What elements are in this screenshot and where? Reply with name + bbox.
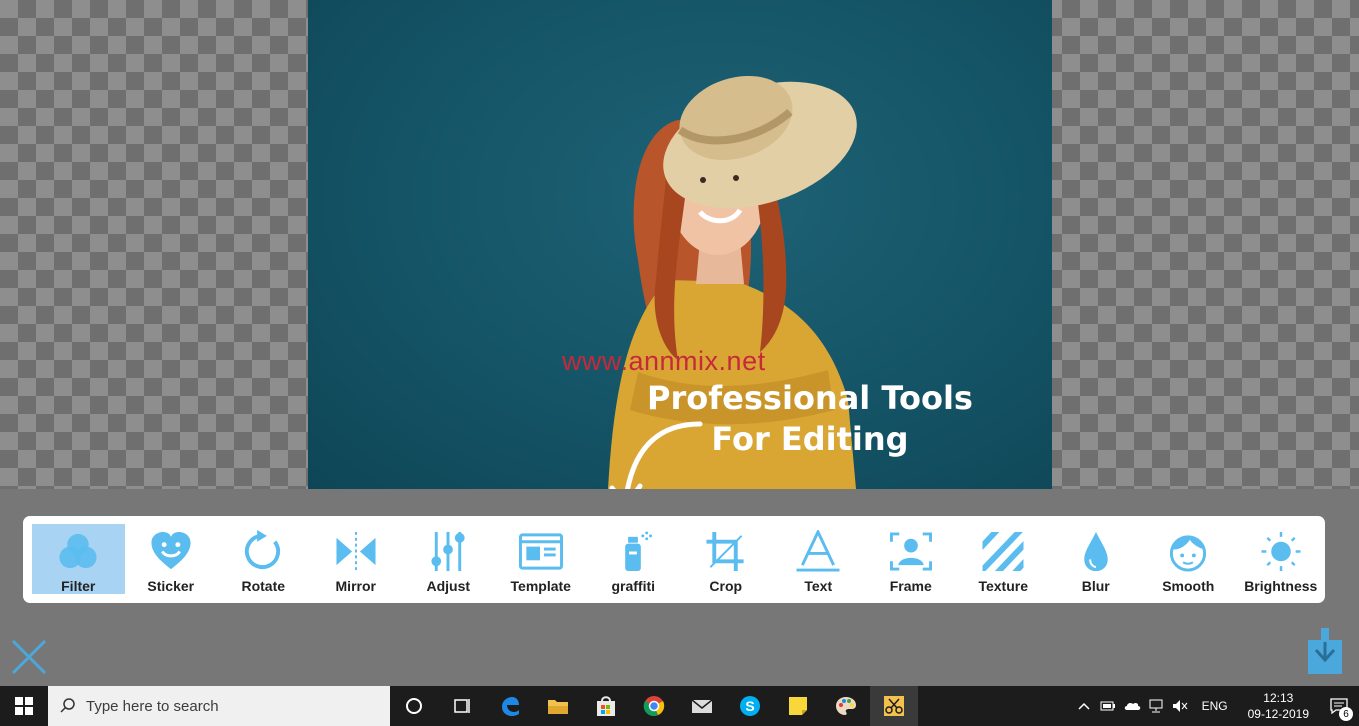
tool-text[interactable]: Text <box>772 524 865 594</box>
action-center-button[interactable]: 6 <box>1319 686 1359 726</box>
blur-drop-icon <box>1084 531 1108 572</box>
frame-icon <box>889 532 932 571</box>
windows-taskbar: Type here to search S ENG 12:13 09-12-20… <box>0 686 1359 726</box>
paint-palette-icon <box>836 697 856 715</box>
save-download-icon[interactable] <box>1308 628 1342 674</box>
tray-volume[interactable] <box>1168 686 1192 726</box>
mirror-icon <box>336 531 376 572</box>
taskbar-photo-editor-app[interactable] <box>870 686 918 726</box>
task-view-icon <box>454 699 470 713</box>
tray-network[interactable] <box>1144 686 1168 726</box>
texture-icon <box>982 531 1024 572</box>
cortana-circle-icon <box>406 698 422 714</box>
tray-overflow-button[interactable] <box>1072 686 1096 726</box>
input-language[interactable]: ENG <box>1192 699 1238 713</box>
task-view-button[interactable] <box>438 686 486 726</box>
network-icon <box>1149 699 1163 713</box>
taskbar-sticky-notes[interactable] <box>774 686 822 726</box>
tool-texture[interactable]: Texture <box>957 524 1050 594</box>
tool-smooth[interactable]: Smooth <box>1142 524 1235 594</box>
tool-sticker[interactable]: Sticker <box>125 524 218 594</box>
folder-icon <box>548 700 568 714</box>
close-icon[interactable] <box>10 638 48 676</box>
tool-label: Crop <box>709 578 743 594</box>
spray-can-icon <box>625 531 653 572</box>
system-tray: ENG 12:13 09-12-2019 6 <box>1072 686 1359 726</box>
tool-label: Blur <box>1081 578 1110 594</box>
smooth-face-icon <box>1170 535 1207 572</box>
sticker-icon <box>151 531 191 570</box>
adjust-icon <box>431 531 465 572</box>
edge-browser-icon <box>502 697 519 716</box>
tool-filter[interactable]: Filter <box>32 524 125 594</box>
sticky-notes-icon <box>789 697 807 715</box>
taskbar-mail[interactable] <box>678 686 726 726</box>
tray-onedrive[interactable] <box>1120 686 1144 726</box>
tool-label: Smooth <box>1162 578 1215 594</box>
chevron-up-icon <box>1078 702 1090 710</box>
tool-rotate[interactable]: Rotate <box>217 524 310 594</box>
notification-count-badge: 6 <box>1339 707 1353 721</box>
taskbar-edge[interactable] <box>486 686 534 726</box>
crop-icon <box>706 531 744 572</box>
tool-label: graffiti <box>611 578 656 594</box>
brightness-icon <box>1261 531 1301 572</box>
skype-icon: S <box>740 696 760 716</box>
store-bag-icon <box>597 696 615 716</box>
volume-muted-icon <box>1172 700 1187 712</box>
filter-icon <box>59 533 97 569</box>
clock-date: 09-12-2019 <box>1247 707 1309 721</box>
tool-brightness[interactable]: Brightness <box>1235 524 1328 594</box>
taskbar-chrome[interactable] <box>630 686 678 726</box>
rotate-icon <box>245 530 281 570</box>
tool-label: Adjust <box>426 578 471 594</box>
mail-icon <box>691 699 713 713</box>
tool-mirror[interactable]: Mirror <box>310 524 403 594</box>
taskbar-search-box[interactable]: Type here to search <box>48 686 390 726</box>
svg-text:S: S <box>745 698 754 714</box>
taskbar-store[interactable] <box>582 686 630 726</box>
tool-label: Brightness <box>1244 578 1318 594</box>
chrome-icon <box>643 696 665 716</box>
tool-label: Filter <box>61 578 96 594</box>
tool-label: Text <box>804 578 833 594</box>
watermark-text: www.annmix.net <box>562 346 766 376</box>
tool-label: Sticker <box>147 578 195 594</box>
search-icon <box>60 698 75 713</box>
clock-time: 12:13 <box>1263 691 1294 705</box>
scissors-app-icon <box>884 696 904 716</box>
tools-toolbar: Filter Sticker Rotate Mirror Adjust Temp… <box>23 516 1325 603</box>
text-icon <box>796 530 840 572</box>
start-button[interactable] <box>0 686 48 726</box>
tool-blur[interactable]: Blur <box>1050 524 1143 594</box>
taskbar-clock[interactable]: 12:13 09-12-2019 <box>1238 690 1319 722</box>
tool-label: Frame <box>889 578 932 594</box>
search-placeholder: Type here to search <box>86 697 219 715</box>
tool-graffiti[interactable]: graffiti <box>587 524 680 594</box>
tool-adjust[interactable]: Adjust <box>402 524 495 594</box>
tool-crop[interactable]: Crop <box>680 524 773 594</box>
taskbar-paint[interactable] <box>822 686 870 726</box>
tray-battery[interactable] <box>1096 686 1120 726</box>
taskbar-skype[interactable]: S <box>726 686 774 726</box>
tool-label: Template <box>510 578 571 594</box>
template-icon <box>518 533 563 570</box>
cloud-icon <box>1124 702 1140 710</box>
battery-icon <box>1100 701 1115 711</box>
tool-label: Rotate <box>241 578 286 594</box>
promo-line-1: Professional Tools <box>647 379 973 417</box>
tool-frame[interactable]: Frame <box>865 524 958 594</box>
tool-label: Mirror <box>335 578 376 594</box>
windows-logo-icon <box>15 697 33 715</box>
taskbar-file-explorer[interactable] <box>534 686 582 726</box>
tool-template[interactable]: Template <box>495 524 588 594</box>
cortana-button[interactable] <box>390 686 438 726</box>
tool-label: Texture <box>978 578 1029 594</box>
